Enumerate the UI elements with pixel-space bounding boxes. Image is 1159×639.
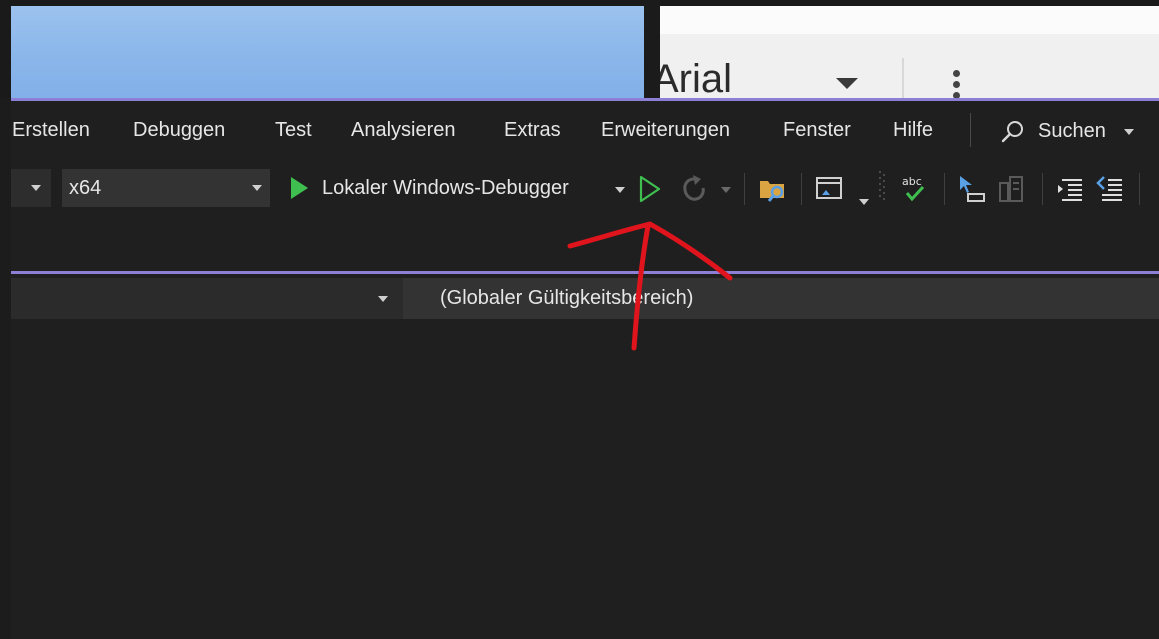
document-tab-accent-line — [11, 271, 1159, 274]
layout-dropdown-icon[interactable] — [859, 199, 869, 205]
background-document-window: Arial — [660, 6, 1159, 98]
menu-erweiterungen[interactable]: Erweiterungen — [601, 119, 730, 142]
menu-fenster[interactable]: Fenster — [783, 119, 851, 142]
chevron-down-icon — [31, 185, 41, 191]
window-gap — [644, 0, 660, 98]
desktop-wallpaper — [11, 6, 644, 98]
menu-separator — [970, 113, 971, 147]
comment-lines-icon[interactable] — [1094, 173, 1126, 205]
navigation-bar: (Globaler Gültigkeitsbereich) — [11, 278, 1159, 319]
chevron-down-icon — [252, 185, 262, 191]
solution-explorer-icon[interactable] — [757, 173, 789, 205]
parallel-stacks-icon[interactable] — [996, 173, 1028, 205]
search-label: Suchen — [1038, 120, 1106, 142]
search-dropdown-icon — [1124, 129, 1134, 135]
menu-erstellen[interactable]: Erstellen — [12, 119, 90, 142]
scope-label: (Globaler Gültigkeitsbereich) — [440, 287, 694, 309]
menu-analysieren[interactable]: Analysieren — [351, 119, 456, 142]
indent-icon[interactable] — [1054, 173, 1086, 205]
toolbar-separator — [1139, 173, 1140, 205]
debug-target-label: Lokaler Windows-Debugger — [322, 177, 569, 199]
hot-reload-icon[interactable] — [679, 173, 709, 205]
screenshot: Arial Erstellen Debuggen Test Analysiere… — [0, 0, 1159, 639]
project-scope-dropdown[interactable] — [11, 278, 399, 319]
window-layout-icon[interactable] — [814, 173, 846, 205]
visual-studio-window: Erstellen Debuggen Test Analysieren Extr… — [11, 98, 1159, 639]
platform-value: x64 — [69, 177, 102, 199]
spell-check-icon[interactable]: abc — [899, 173, 931, 205]
toolbar-separator — [1042, 173, 1043, 205]
menu-extras[interactable]: Extras — [504, 119, 561, 142]
toolbar-separator — [801, 173, 802, 205]
toolbar-divider — [902, 58, 904, 98]
code-editor[interactable] — [11, 319, 1159, 639]
background-area: Arial — [0, 0, 1159, 98]
breakpoint-icon[interactable] — [956, 173, 988, 205]
font-name-field[interactable]: Arial — [660, 54, 732, 98]
toolbar-separator — [744, 173, 745, 205]
solution-platform-dropdown[interactable]: x64 — [62, 169, 270, 207]
start-without-debugging-icon[interactable] — [637, 174, 663, 204]
menu-test[interactable]: Test — [275, 119, 312, 142]
toolbar-empty-area — [11, 211, 1159, 271]
menu-bar: Erstellen Debuggen Test Analysieren Extr… — [11, 101, 1159, 161]
chevron-down-icon — [378, 296, 388, 302]
debug-target-dropdown-icon[interactable] — [615, 187, 625, 193]
svg-text:abc: abc — [902, 175, 922, 188]
more-options-icon[interactable] — [953, 70, 961, 98]
play-icon — [291, 177, 308, 199]
toolbar-grip-icon — [879, 171, 885, 200]
document-toolbar — [660, 34, 1159, 98]
standard-toolbar: x64 Lokaler Windows-Debugger abc — [11, 163, 1159, 211]
solution-configuration-dropdown[interactable] — [11, 169, 51, 207]
toolbar-separator — [944, 173, 945, 205]
hot-reload-dropdown-icon[interactable] — [721, 187, 731, 193]
font-dropdown-arrow-icon[interactable] — [836, 78, 858, 89]
search-icon — [1001, 121, 1023, 143]
menu-debuggen[interactable]: Debuggen — [133, 119, 225, 142]
member-scope-dropdown[interactable]: (Globaler Gültigkeitsbereich) — [403, 278, 1159, 319]
menu-hilfe[interactable]: Hilfe — [893, 119, 933, 142]
